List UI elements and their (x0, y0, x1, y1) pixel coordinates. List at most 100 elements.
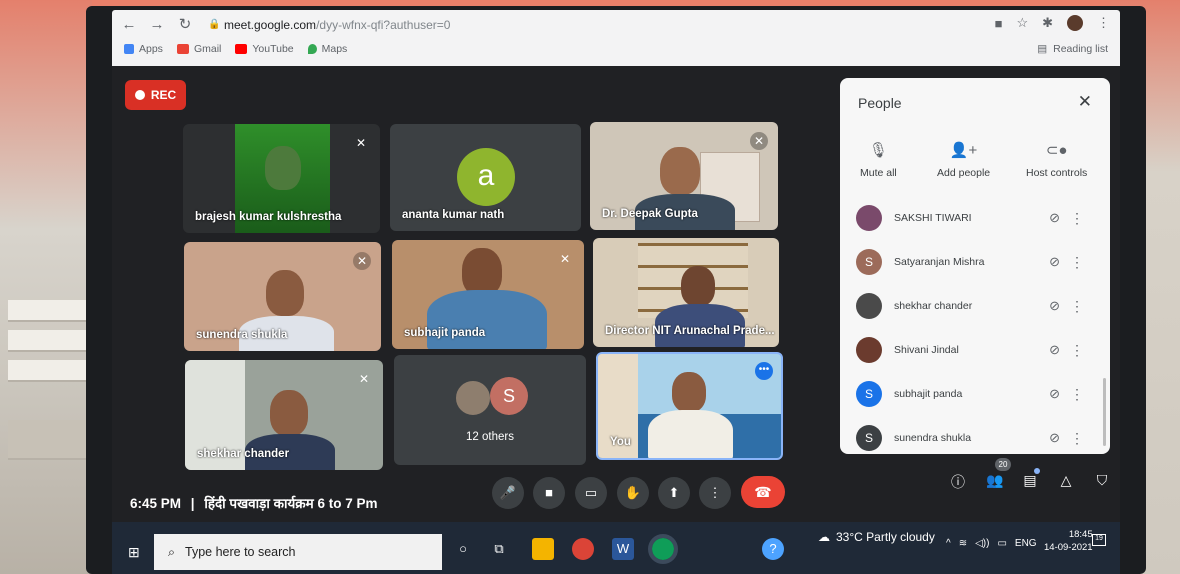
present-screen-icon: ⬆ (668, 485, 680, 500)
reload-icon[interactable]: ↻ (174, 14, 196, 36)
bookmark-apps[interactable]: Apps (124, 43, 163, 55)
participant-avatar: a (457, 148, 515, 206)
chat-icon[interactable]: ▤ (1020, 472, 1040, 489)
notification-icon[interactable]: 19 (1092, 534, 1106, 546)
participant-row[interactable]: S subhajit panda ⊘ ⋮ (856, 372, 1096, 416)
word-icon[interactable]: W (612, 538, 634, 560)
browser-chrome: ← → ↻ 🔒 meet.google.com/dyy-wfnx-qfi?aut… (112, 10, 1120, 66)
video-tile[interactable]: ✕ Dr. Deepak Gupta (590, 122, 778, 230)
more-vert-icon[interactable]: ⋮ (1070, 210, 1084, 227)
video-tile[interactable]: Director NIT Arunachal Prade... (593, 238, 779, 347)
video-tile[interactable]: ✕ subhajit panda (392, 240, 584, 349)
file-explorer-icon[interactable] (532, 538, 554, 560)
help-icon[interactable]: ? (762, 538, 784, 560)
participant-row[interactable]: Shivani Jindal ⊘ ⋮ (856, 328, 1096, 372)
menu-dots-icon[interactable]: ⋮ (1097, 15, 1110, 31)
camera-button[interactable]: ■ (533, 477, 565, 509)
participant-count-badge: 20 (995, 458, 1011, 471)
avatar: S (856, 425, 882, 451)
url-text: meet.google.com/dyy-wfnx-qfi?authuser=0 (224, 18, 451, 32)
present-button[interactable]: ⬆ (658, 477, 690, 509)
bookmark-youtube[interactable]: YouTube (235, 43, 294, 55)
captions-button[interactable]: ▭ (575, 477, 607, 509)
add-people-button[interactable]: 👤+ Add people (937, 141, 990, 179)
chat-notification-dot (1034, 468, 1040, 474)
more-options-button[interactable]: ⋮ (699, 477, 731, 509)
volume-icon[interactable]: ◁)) (975, 538, 989, 549)
leave-call-button[interactable]: ☎ (741, 476, 785, 508)
people-icon[interactable]: 👥 (985, 472, 1005, 489)
close-icon[interactable]: ✕ (1078, 92, 1092, 112)
video-tile[interactable]: ✕ sunendra shukla (184, 242, 381, 351)
avatar (856, 337, 882, 363)
weather-widget[interactable]: ☁ 33°C Partly cloudy (818, 530, 935, 544)
more-vert-icon[interactable]: ⋮ (1070, 298, 1084, 315)
video-tile[interactable]: a ananta kumar nath (390, 124, 581, 231)
video-tile[interactable]: ✕ shekhar chander (185, 360, 383, 470)
chevron-up-icon[interactable]: ^ (946, 538, 951, 549)
host-shield-icon[interactable]: ⛉ (1092, 472, 1112, 489)
address-bar[interactable]: 🔒 meet.google.com/dyy-wfnx-qfi?authuser=… (208, 15, 450, 35)
battery-icon[interactable]: ▭ (997, 538, 1006, 549)
back-arrow-icon[interactable]: ← (118, 14, 140, 36)
mic-off-icon[interactable]: ⊘ (1049, 342, 1060, 358)
mic-off-icon: ✕ (358, 372, 370, 386)
avatar (856, 205, 882, 231)
mic-off-icon[interactable]: ⊘ (1049, 298, 1060, 314)
scrollbar[interactable] (1103, 378, 1106, 446)
more-vert-icon[interactable]: ⋮ (1070, 430, 1084, 447)
mic-button[interactable]: 🎤 (492, 477, 524, 509)
participant-row[interactable]: S sunendra shukla ⊘ ⋮ (856, 416, 1096, 460)
binder-stack (8, 330, 86, 352)
more-vert-icon[interactable]: ⋮ (1070, 386, 1084, 403)
others-tile[interactable]: S 12 others (394, 355, 586, 465)
avatar (856, 293, 882, 319)
apps-grid-icon (124, 44, 134, 54)
camera-icon[interactable]: ■ (995, 16, 1003, 31)
participant-body (427, 290, 547, 349)
video-tile[interactable]: ✕ brajesh kumar kulshrestha (183, 124, 380, 233)
cortana-icon[interactable]: ○ (452, 538, 474, 560)
more-options-icon[interactable]: ••• (755, 362, 773, 380)
activities-icon[interactable]: △ (1056, 472, 1076, 489)
forward-arrow-icon[interactable]: → (146, 14, 168, 36)
chrome-icon[interactable] (572, 538, 594, 560)
mic-off-icon[interactable]: ⊘ (1049, 210, 1060, 226)
mic-off-icon: ✕ (355, 136, 367, 150)
meeting-info: 6:45 PM | हिंदी पखवाड़ा कार्यक्रम 6 to 7… (130, 496, 378, 511)
mic-off-icon[interactable]: ⊘ (1049, 430, 1060, 446)
tile-name: Director NIT Arunachal Prade... (605, 325, 775, 337)
language-indicator[interactable]: ENG (1015, 538, 1037, 549)
task-view-icon[interactable]: ⧉ (488, 538, 510, 560)
clock[interactable]: 18:45 14-09-2021 (1044, 528, 1093, 554)
more-vert-icon[interactable]: ⋮ (1070, 254, 1084, 271)
cloud-icon: ☁ (818, 530, 830, 544)
raise-hand-button[interactable]: ✋ (617, 477, 649, 509)
star-icon[interactable]: ☆ (1016, 15, 1028, 31)
reading-list[interactable]: ▤ Reading list (1037, 43, 1108, 55)
search-placeholder: Type here to search (185, 545, 296, 559)
mic-off-icon[interactable]: ⊘ (1049, 254, 1060, 270)
participant-row[interactable]: shekhar chander ⊘ ⋮ (856, 284, 1096, 328)
taskbar-search[interactable]: ⌕ Type here to search (154, 534, 442, 570)
bookmark-gmail[interactable]: Gmail (176, 43, 221, 55)
recording-badge: REC (125, 80, 186, 110)
profile-avatar[interactable] (1067, 15, 1083, 31)
add-person-icon: 👤+ (949, 142, 978, 159)
mute-all-button[interactable]: 🎙 Mute all (860, 141, 897, 179)
wifi-icon[interactable]: ≋ (959, 538, 967, 549)
info-icon[interactable]: ⓘ (948, 472, 968, 492)
tile-name: shekhar chander (197, 448, 290, 460)
participant-row[interactable]: S Satyaranjan Mishra ⊘ ⋮ (856, 240, 1096, 284)
windows-start-icon[interactable]: ⊞ (128, 544, 140, 561)
participant-row[interactable]: SAKSHI TIWARI ⊘ ⋮ (856, 196, 1096, 240)
extensions-icon[interactable]: ✱ (1042, 15, 1053, 31)
mic-off-icon[interactable]: ⊘ (1049, 386, 1060, 402)
host-controls-button[interactable]: ⊂● Host controls (1026, 141, 1087, 179)
self-video-tile[interactable]: ••• You (596, 352, 783, 460)
participant-body (648, 410, 733, 458)
bookmark-maps[interactable]: Maps (307, 43, 347, 55)
chrome-active-icon[interactable] (648, 534, 678, 564)
more-vert-icon[interactable]: ⋮ (1070, 342, 1084, 359)
meeting-title: हिंदी पखवाड़ा कार्यक्रम 6 to 7 Pm (204, 496, 378, 511)
